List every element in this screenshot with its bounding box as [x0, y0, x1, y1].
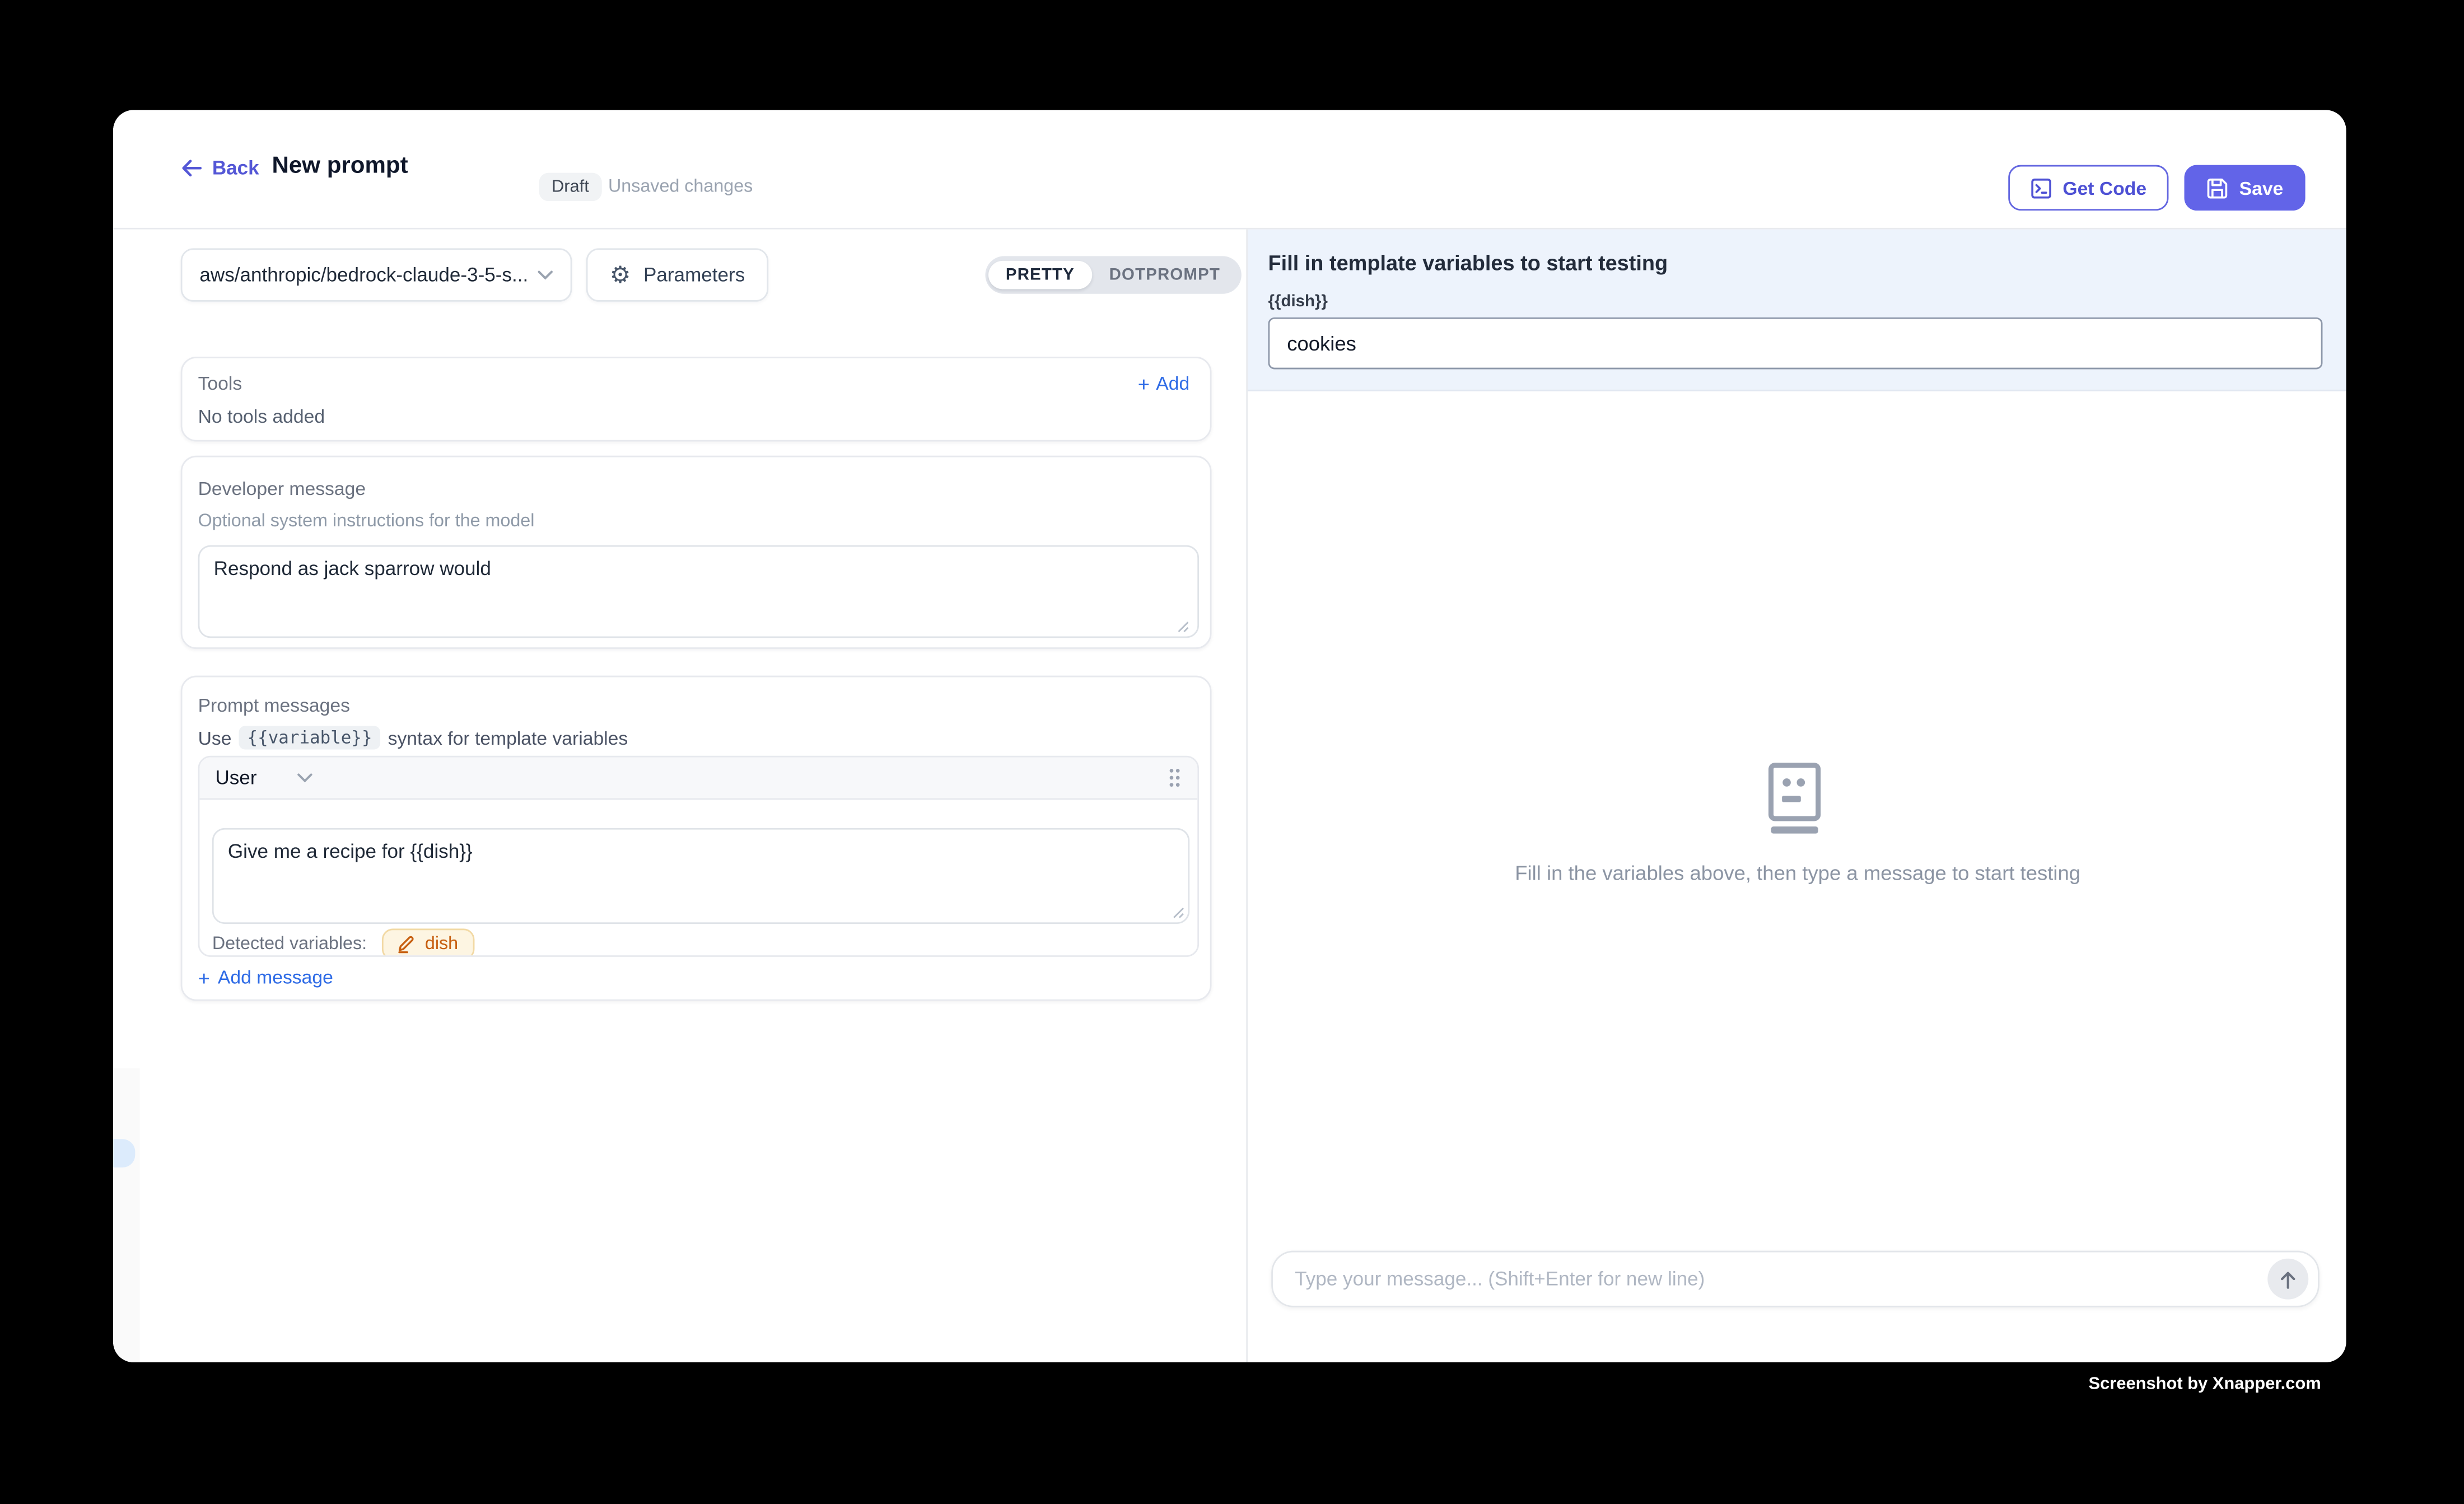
chevron-down-icon [297, 773, 313, 783]
add-message-label: Add message [218, 966, 333, 988]
status-badge: Draft [539, 173, 601, 202]
watermark-text: Screenshot by Xnapper.com [2089, 1375, 2321, 1394]
prompt-messages-title: Prompt messages [198, 694, 1194, 716]
get-code-label: Get Code [2062, 177, 2146, 199]
back-button[interactable]: Back [181, 157, 259, 179]
chat-input-bar [1271, 1251, 2320, 1307]
tools-empty-text: No tools added [198, 405, 325, 427]
role-value: User [215, 767, 256, 788]
add-message-button[interactable]: + Add message [198, 966, 333, 988]
developer-message-card: Developer message Optional system instru… [181, 456, 1212, 649]
role-selector[interactable]: User [215, 767, 313, 788]
send-button[interactable] [2267, 1259, 2308, 1300]
app-window: Back New prompt Draft Unsaved changes Ge… [113, 110, 2346, 1362]
prompt-editor-panel: aws/anthropic/bedrock-claude-3-5-s... ⚙ … [113, 230, 1246, 1362]
screenshot-stage: Back New prompt Draft Unsaved changes Ge… [0, 0, 2464, 1503]
developer-message-subtitle: Optional system instructions for the mod… [198, 512, 1194, 531]
add-tool-label: Add [1156, 372, 1189, 394]
parameters-label: Parameters [643, 264, 745, 286]
edit-pencil-icon [398, 935, 416, 954]
chat-empty-state: Fill in the variables above, then type a… [1248, 762, 2346, 885]
toggle-pretty[interactable]: PRETTY [988, 261, 1092, 289]
detected-variables-label: Detected variables: [212, 935, 367, 954]
tools-card: Tools + Add No tools added [181, 357, 1212, 442]
developer-message-title: Developer message [198, 478, 1194, 499]
view-mode-toggle: PRETTY DOTPROMPT [985, 256, 1240, 293]
save-floppy-icon [2206, 177, 2228, 199]
add-tool-button[interactable]: + Add [1138, 372, 1189, 394]
peek-sidebar-highlight [113, 1139, 135, 1167]
dish-variable-label: {{dish}} [1268, 292, 1328, 311]
variable-code-chip: {{variable}} [239, 726, 380, 749]
tools-title: Tools [198, 372, 1194, 394]
resize-grip-icon[interactable] [1177, 620, 1189, 633]
detected-variables-row: Detected variables: dish [212, 928, 474, 957]
variable-badge-dish[interactable]: dish [382, 928, 474, 957]
drag-handle-icon[interactable] [1168, 767, 1182, 788]
dish-variable-input[interactable] [1268, 317, 2323, 370]
save-button[interactable]: Save [2184, 165, 2305, 211]
test-panel: Fill in template variables to start test… [1246, 230, 2346, 1362]
terminal-icon [2029, 177, 2051, 199]
prompt-messages-card: Prompt messages Use {{variable}} syntax … [181, 676, 1212, 1001]
page-title: New prompt [272, 152, 408, 179]
header-bar: Back New prompt Draft Unsaved changes Ge… [113, 110, 2346, 229]
variable-syntax-hint: Use {{variable}} syntax for template var… [198, 726, 1194, 749]
message-header: User [199, 758, 1197, 800]
resize-grip-icon[interactable] [1172, 907, 1184, 919]
header-actions: Get Code Save [2008, 165, 2305, 211]
user-message-textarea[interactable]: Give me a recipe for {{dish}} [212, 828, 1189, 924]
plus-icon: + [198, 967, 210, 987]
model-selector-value: aws/anthropic/bedrock-claude-3-5-s... [199, 264, 528, 286]
empty-state-text: Fill in the variables above, then type a… [1515, 861, 2080, 885]
arrow-up-icon [2279, 1269, 2298, 1289]
toggle-dotprompt[interactable]: DOTPROMPT [1092, 261, 1238, 289]
back-label: Back [212, 157, 259, 179]
plus-icon: + [1138, 373, 1150, 393]
message-block: User Give me a recipe for {{dis [198, 756, 1199, 957]
chat-message-input[interactable] [1273, 1268, 2267, 1290]
test-panel-title: Fill in template variables to start test… [1268, 251, 1668, 275]
chevron-down-icon [538, 270, 553, 280]
developer-message-textarea[interactable]: Respond as jack sparrow would [198, 545, 1199, 638]
parameters-button[interactable]: ⚙ Parameters [586, 248, 769, 301]
model-selector[interactable]: aws/anthropic/bedrock-claude-3-5-s... [181, 248, 572, 301]
get-code-button[interactable]: Get Code [2008, 165, 2168, 211]
unsaved-changes-text: Unsaved changes [608, 178, 753, 197]
peek-sidebar-strip [113, 1068, 140, 1362]
hint-prefix: Use [198, 727, 232, 749]
template-variables-band: Fill in template variables to start test… [1248, 230, 2346, 391]
hint-suffix: syntax for template variables [388, 727, 628, 749]
variable-badge-label: dish [425, 935, 458, 954]
back-arrow-icon [181, 158, 203, 178]
robot-face-icon [1766, 762, 1829, 834]
gear-icon: ⚙ [610, 263, 631, 287]
save-label: Save [2239, 177, 2284, 199]
